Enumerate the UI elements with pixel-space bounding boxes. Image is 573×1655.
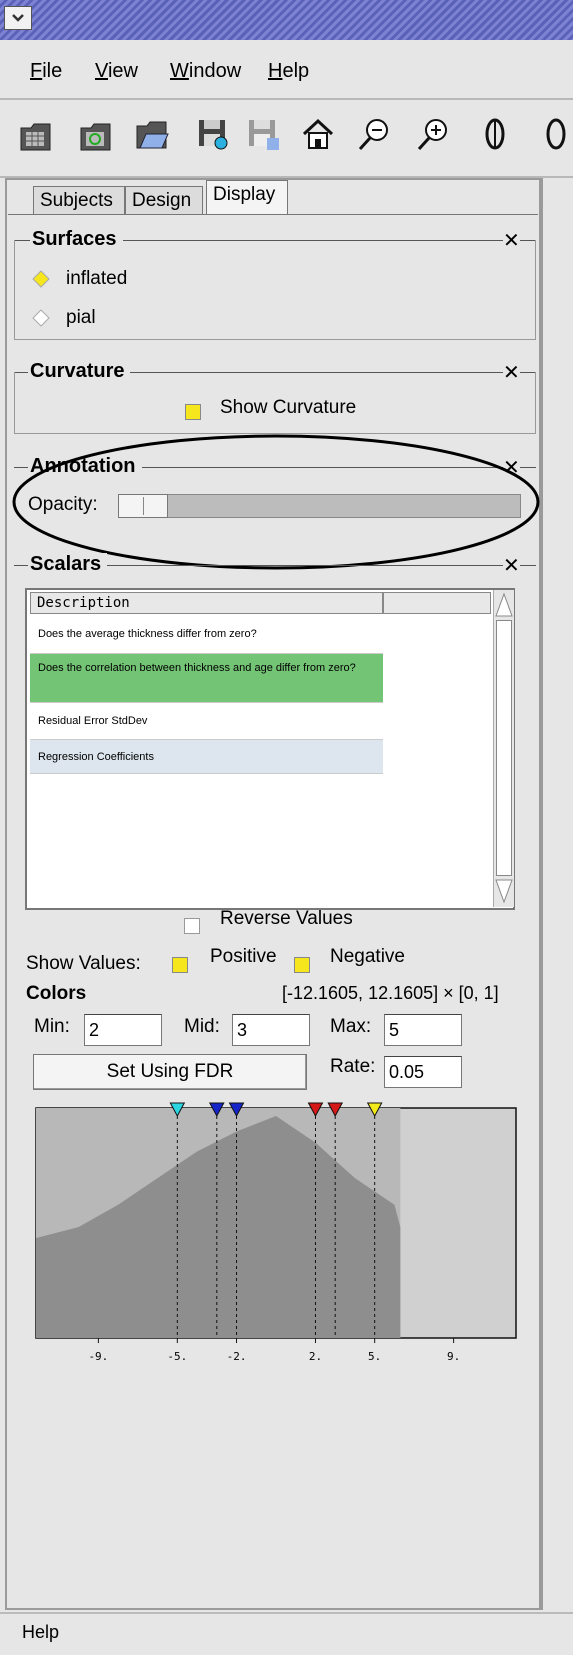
radio-inflated[interactable] (32, 270, 50, 288)
reverse-values-label: Reverse Values (220, 908, 353, 929)
show-values-label: Show Values: (26, 953, 141, 974)
set-using-fdr-button[interactable]: Set Using FDR (33, 1054, 307, 1090)
menu-help[interactable]: Help (268, 60, 309, 83)
table-row[interactable]: Does the average thickness differ from z… (30, 614, 383, 654)
scalars-title: Scalars (28, 553, 108, 576)
status-text: Help (22, 1622, 60, 1642)
status-bar (0, 1612, 573, 1655)
x-tick-label: -5. (167, 1350, 187, 1363)
tab-divider (8, 214, 538, 215)
chevron-down-icon (12, 14, 24, 22)
new-design-icon[interactable] (76, 113, 116, 155)
surface-pial-label: pial (66, 307, 96, 328)
negative-label: Negative (330, 946, 405, 967)
rotate-right-icon[interactable] (530, 113, 570, 155)
min-field[interactable]: 2 (84, 1014, 162, 1046)
mid-label: Mid: (184, 1016, 220, 1037)
x-tick-label: 5. (368, 1350, 381, 1363)
menu-view[interactable]: View (95, 60, 138, 83)
column-header-blank[interactable] (383, 592, 491, 614)
x-tick-label: -2. (227, 1350, 247, 1363)
menu-file[interactable]: File (30, 60, 62, 83)
rate-field[interactable]: 0.05 (384, 1056, 462, 1088)
zoom-in-icon[interactable] (413, 113, 453, 155)
rate-label: Rate: (330, 1056, 376, 1077)
save-icon[interactable] (193, 113, 233, 155)
x-tick-label: -9. (88, 1350, 108, 1363)
x-tick-label: 2. (309, 1350, 322, 1363)
table-row-selected[interactable]: Does the correlation between thickness a… (30, 654, 383, 703)
positive-label: Positive (210, 946, 277, 967)
scroll-thumb[interactable] (496, 620, 512, 876)
tab-display[interactable]: Display (206, 180, 288, 214)
negative-checkbox[interactable] (294, 957, 310, 973)
colors-range: [-12.1605, 12.1605] × [0, 1] (282, 983, 499, 1003)
home-icon[interactable] (298, 113, 338, 155)
zoom-out-icon[interactable] (354, 113, 394, 155)
min-label: Min: (34, 1016, 70, 1037)
new-subject-icon[interactable] (16, 113, 56, 155)
title-bar (0, 0, 573, 41)
show-curvature-checkbox[interactable] (185, 404, 201, 420)
rotate-icon[interactable] (475, 113, 515, 155)
table-row[interactable]: Residual Error StdDev (30, 703, 383, 740)
surface-inflated-label: inflated (66, 268, 128, 289)
show-curvature-label: Show Curvature (220, 397, 357, 418)
colors-title: Colors (26, 983, 87, 1004)
tab-design[interactable]: Design (125, 186, 203, 214)
window-menu-button[interactable] (4, 6, 32, 30)
max-field[interactable]: 5 (384, 1014, 462, 1046)
scroll-down-icon[interactable] (494, 876, 514, 906)
max-label: Max: (330, 1016, 372, 1037)
save-as-icon[interactable] (243, 113, 283, 155)
scroll-up-icon[interactable] (494, 590, 514, 620)
mid-field[interactable]: 3 (232, 1014, 310, 1046)
table-row[interactable]: Regression Coefficients (30, 740, 383, 774)
close-icon[interactable]: ✕ (503, 553, 520, 578)
reverse-values-checkbox[interactable] (184, 918, 200, 934)
open-icon[interactable] (132, 113, 172, 155)
histogram-chart[interactable]: -9. -5. -2. 2. 5. 9. (34, 1098, 518, 1368)
x-tick-label: 9. (447, 1350, 460, 1363)
radio-pial[interactable] (32, 309, 50, 327)
panel-right-edge (541, 178, 573, 1610)
column-header-description[interactable]: Description (30, 592, 383, 614)
tab-subjects[interactable]: Subjects (33, 186, 125, 214)
positive-checkbox[interactable] (172, 957, 188, 973)
menu-window[interactable]: Window (170, 60, 241, 83)
